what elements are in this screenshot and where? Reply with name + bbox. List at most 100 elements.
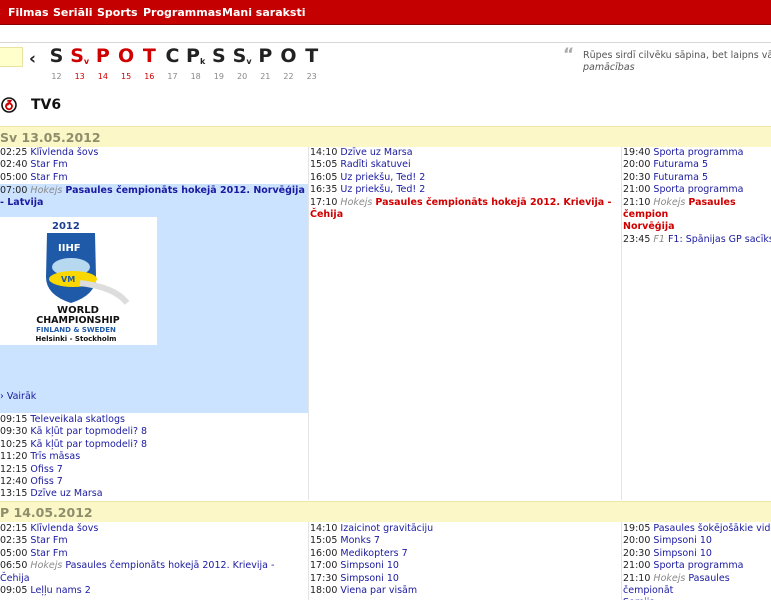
program-title[interactable]: Star Fm	[30, 172, 67, 183]
program-title[interactable]: Dzīve uz Marsa	[30, 488, 102, 499]
program-title[interactable]: Pasaules šokējošākie video	[653, 523, 771, 534]
program-row[interactable]: 23:45 F1 F1: Spānijas GP sacīkste	[623, 234, 771, 246]
program-row[interactable]: 16:05 Uz priekšu, Ted! 2	[310, 172, 620, 184]
program-title[interactable]: Uz priekšu, Ted! 2	[340, 172, 425, 183]
nav-link-sports[interactable]: Sports	[97, 6, 138, 19]
program-row[interactable]: 21:00 Sporta programma	[623, 184, 771, 196]
day-link[interactable]: Pk 18	[184, 46, 207, 82]
day-link[interactable]: Sv 20	[231, 46, 254, 82]
program-title[interactable]: Simpsoni 10	[340, 573, 398, 584]
program-title[interactable]: Futurama 5	[653, 172, 708, 183]
top-navigation-bar: Filmas Seriāli Sports Programmas Mani sa…	[0, 0, 771, 25]
program-row[interactable]: 14:10 Izaicinot gravitāciju	[310, 523, 620, 535]
program-title[interactable]: Monks 7	[340, 535, 380, 546]
program-title-continued[interactable]: Čehija	[0, 573, 30, 584]
program-row[interactable]: 02:25 Klīvlenda šovs	[0, 147, 308, 159]
program-row[interactable]: 20:30 Futurama 5	[623, 172, 771, 184]
program-row[interactable]: 05:00 Star Fm	[0, 172, 308, 184]
program-title[interactable]: Pasaules čempionāts hokejā 2012. Krievij…	[65, 560, 274, 571]
program-row[interactable]: 20:00 Futurama 5	[623, 159, 771, 171]
program-row[interactable]: 21:00 Sporta programma	[623, 560, 771, 572]
day-link[interactable]: S 12	[45, 46, 68, 82]
program-title[interactable]: Klīvlenda šovs	[30, 147, 98, 158]
program-row[interactable]: 09:30 Kā kļūt par topmodeli? 8	[0, 426, 308, 438]
day-number: 23	[306, 72, 317, 81]
program-row[interactable]: 15:05 Monks 7	[310, 535, 620, 547]
day-link[interactable]: P 21	[254, 46, 277, 82]
day-link[interactable]: P 14	[91, 46, 114, 82]
nav-link-programmas[interactable]: Programmas	[143, 6, 222, 19]
program-title[interactable]: Ofiss 7	[30, 464, 62, 475]
program-title[interactable]: Trīs māsas	[30, 451, 80, 462]
program-title[interactable]: Star Fm	[30, 548, 67, 559]
program-row[interactable]: 12:40 Ofiss 7	[0, 476, 308, 488]
program-title[interactable]: Sporta programma	[653, 560, 743, 571]
day-link[interactable]: T 23	[300, 46, 323, 82]
program-title[interactable]: Sporta programma	[653, 184, 743, 195]
day-link[interactable]: S 19	[207, 46, 230, 82]
program-row[interactable]: 18:00 Viena par visām	[310, 585, 620, 597]
previous-week-arrow[interactable]: ‹	[29, 49, 36, 69]
program-title[interactable]: Star Fm	[30, 159, 67, 170]
program-row[interactable]: 16:35 Uz priekšu, Ted! 2	[310, 184, 620, 196]
program-title[interactable]: Simpsoni 10	[340, 560, 398, 571]
program-title[interactable]: Uz priekšu, Ted! 2	[340, 184, 425, 195]
program-row[interactable]: 16:00 Medikopters 7	[310, 548, 620, 560]
program-title[interactable]: Klīvlenda šovs	[30, 523, 98, 534]
search-box[interactable]	[0, 47, 23, 67]
nav-link-mani-saraksti[interactable]: Mani saraksti	[222, 6, 306, 19]
program-row[interactable]: 10:25 Kā kļūt par topmodeli? 8	[0, 439, 308, 451]
program-title[interactable]: Futurama 5	[653, 159, 708, 170]
featured-program[interactable]: 07:00 Hokejs Pasaules čempionāts hokejā …	[0, 184, 308, 413]
program-title[interactable]: F1: Spānijas GP sacīkste	[668, 234, 771, 245]
program-time: 18:00	[310, 584, 338, 596]
program-row[interactable]: 20:00 Simpsoni 10	[623, 535, 771, 547]
program-row[interactable]: 17:10 Hokejs Pasaules čempionāts hokejā …	[310, 197, 620, 222]
day-link[interactable]: C 17	[161, 46, 184, 82]
program-row[interactable]: 06:50 Hokejs Pasaules čempionāts hokejā …	[0, 560, 308, 585]
program-title[interactable]: Izaicinot gravitāciju	[340, 523, 433, 534]
program-row[interactable]: 02:15 Klīvlenda šovs	[0, 523, 308, 535]
program-row[interactable]: 17:30 Simpsoni 10	[310, 573, 620, 585]
program-row[interactable]: 11:20 Trīs māsas	[0, 451, 308, 463]
program-row[interactable]: 13:15 Dzīve uz Marsa	[0, 488, 308, 500]
program-title[interactable]: Dzīve uz Marsa	[340, 147, 412, 158]
program-title[interactable]: Sporta programma	[653, 147, 743, 158]
program-title[interactable]: Televeikala skatlogs	[30, 414, 125, 425]
program-title[interactable]: Simpsoni 10	[653, 548, 711, 559]
day-link[interactable]: T 16	[138, 46, 161, 82]
program-row[interactable]: 15:05 Radīti skatuvei	[310, 159, 620, 171]
svg-text:CHAMPIONSHIP: CHAMPIONSHIP	[36, 315, 120, 326]
program-row[interactable]: 12:15 Ofiss 7	[0, 464, 308, 476]
day-header-label: P 14.05.2012	[0, 505, 93, 520]
program-row[interactable]: 19:05 Pasaules šokējošākie video	[623, 523, 771, 535]
day-link[interactable]: Sv 13	[68, 46, 91, 82]
program-time: 23:45	[623, 233, 651, 245]
program-row[interactable]: 09:15 Televeikala skatlogs	[0, 414, 308, 426]
program-row[interactable]: 05:00 Star Fm	[0, 548, 308, 560]
nav-link-filmas[interactable]: Filmas	[8, 6, 49, 19]
program-row[interactable]: 20:30 Simpsoni 10	[623, 548, 771, 560]
program-title[interactable]: Kā kļūt par topmodeli? 8	[30, 426, 147, 437]
program-row[interactable]: 09:05 Leļļu nams 2	[0, 585, 308, 597]
program-row[interactable]: 21:10 Hokejs Pasaules čempion Norvēģija	[623, 197, 771, 234]
program-title[interactable]: Leļļu nams 2	[30, 585, 90, 596]
program-row[interactable]: 21:10 Hokejs Pasaules čempionātSomija	[623, 573, 771, 600]
program-row[interactable]: 02:40 Star Fm	[0, 159, 308, 171]
program-title[interactable]: Ofiss 7	[30, 476, 62, 487]
program-title-continued[interactable]: Norvēģija	[623, 221, 675, 232]
program-title[interactable]: Kā kļūt par topmodeli? 8	[30, 439, 147, 450]
day-link[interactable]: O 22	[277, 46, 300, 82]
day-link[interactable]: O 15	[115, 46, 138, 82]
program-title[interactable]: Viena par visām	[340, 585, 417, 596]
program-row[interactable]: 02:35 Star Fm	[0, 535, 308, 547]
program-row[interactable]: 17:00 Simpsoni 10	[310, 560, 620, 572]
program-row[interactable]: 14:10 Dzīve uz Marsa	[310, 147, 620, 159]
program-title[interactable]: Medikopters 7	[340, 548, 407, 559]
program-title[interactable]: Star Fm	[30, 535, 67, 546]
more-link[interactable]: › Vairāk	[0, 391, 36, 402]
nav-link-seriali[interactable]: Seriāli	[53, 6, 93, 19]
program-title[interactable]: Simpsoni 10	[653, 535, 711, 546]
program-title[interactable]: Radīti skatuvei	[340, 159, 410, 170]
program-row[interactable]: 19:40 Sporta programma	[623, 147, 771, 159]
